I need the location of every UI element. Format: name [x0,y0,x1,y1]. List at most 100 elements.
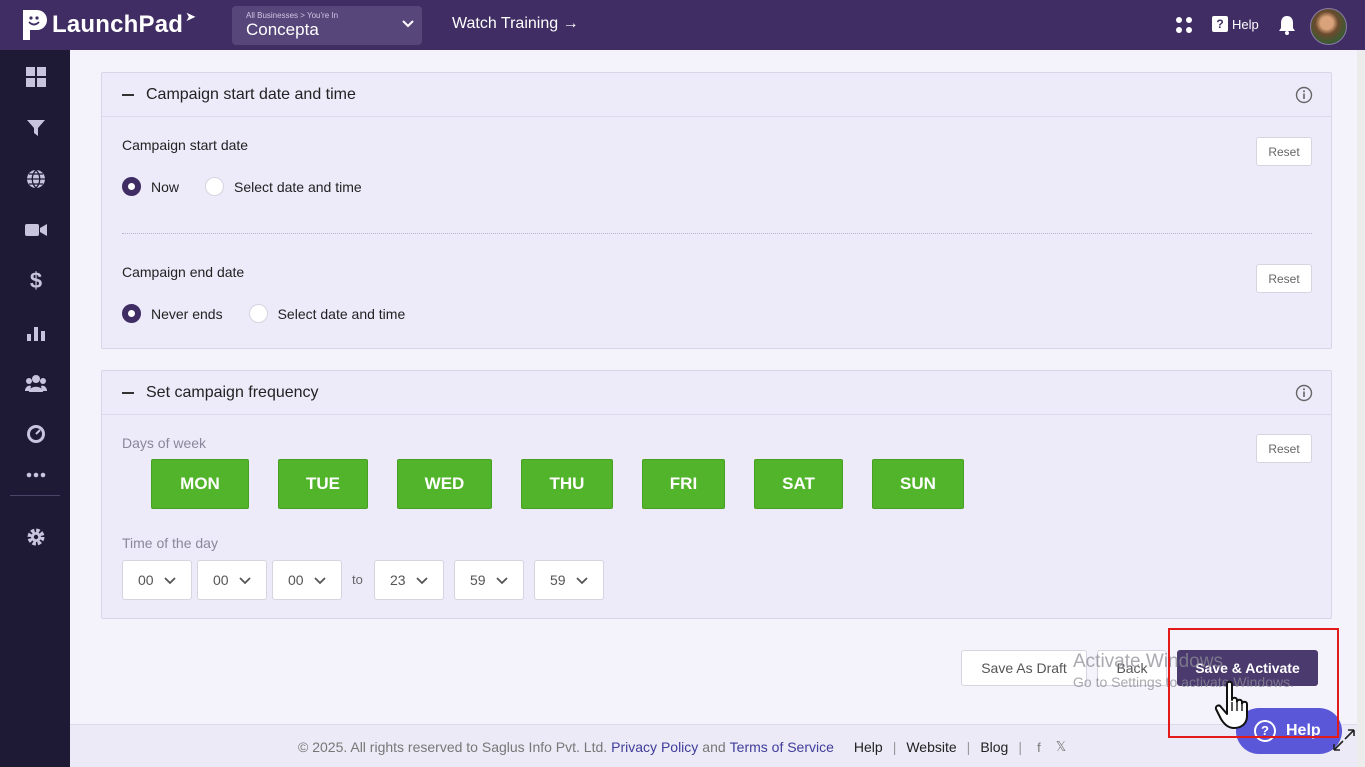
terms-link[interactable]: Terms of Service [730,739,834,755]
dashboard-icon[interactable] [25,66,47,88]
to-label: to [352,572,363,587]
info-icon[interactable] [1295,86,1313,104]
footer-blog-link[interactable]: Blog [980,739,1008,755]
to-minute-select[interactable]: 59 [454,560,524,600]
panel-title: Set campaign frequency [146,383,319,401]
users-icon[interactable] [25,372,47,394]
footer-help-link[interactable]: Help [854,739,883,755]
chevron-down-icon [416,577,428,585]
to-minute-value: 59 [470,572,486,588]
video-icon[interactable] [25,219,47,241]
from-hour-select[interactable]: 00 [122,560,192,600]
dollar-icon[interactable]: $ [25,268,47,293]
vertical-scrollbar[interactable] [1357,50,1365,767]
campaign-frequency-panel: Set campaign frequency Days of week Rese… [101,370,1332,619]
gauge-icon[interactable] [25,423,47,445]
to-second-value: 59 [550,572,566,588]
footer-website-link[interactable]: Website [906,739,956,755]
funnel-icon[interactable] [25,117,47,139]
panel-title: Campaign start date and time [146,85,356,103]
start-date-options: Now Select date and time [122,177,388,196]
to-hour-select[interactable]: 23 [374,560,444,600]
day-wed-button[interactable]: WED [397,459,492,509]
radio-end-select-date-label: Select date and time [277,305,406,322]
top-bar: LaunchPad ➤ All Businesses > You're In C… [0,0,1365,50]
frequency-reset-button[interactable]: Reset [1256,434,1312,463]
facebook-icon[interactable]: f [1032,740,1046,755]
page-footer: © 2025. All rights reserved to Saglus In… [70,724,1357,767]
day-tue-button[interactable]: TUE [278,459,368,509]
separator: | [1018,739,1022,755]
separator: | [892,739,897,755]
from-hour-value: 00 [138,572,154,588]
day-sat-button[interactable]: SAT [754,459,843,509]
help-icon: ? [1212,16,1228,32]
topbar-help-label: Help [1232,16,1259,32]
day-sun-button[interactable]: SUN [872,459,964,509]
end-reset-button[interactable]: Reset [1256,264,1312,293]
chevron-down-icon [164,577,176,585]
brand-logo[interactable]: LaunchPad ➤ [20,8,196,42]
copyright-text: © 2025. All rights reserved to Saglus In… [298,739,608,755]
campaign-schedule-panel: Campaign start date and time Campaign st… [101,72,1332,349]
radio-never-ends[interactable] [122,304,141,323]
from-second-value: 00 [288,572,304,588]
rocket-icon: ➤ [185,9,197,24]
start-date-label: Campaign start date [122,137,249,153]
business-caption: All Businesses > You're In [246,11,339,20]
topbar-help[interactable]: ? Help [1212,16,1259,32]
sidebar-divider [10,495,60,496]
collapse-icon[interactable] [122,93,134,96]
help-widget-label: Help [1286,722,1321,739]
start-reset-button[interactable]: Reset [1256,137,1312,166]
privacy-policy-link[interactable]: Privacy Policy [611,739,698,755]
footer-content: © 2025. All rights reserved to Saglus In… [298,739,1068,755]
business-selector[interactable]: All Businesses > You're In Concepta [232,6,422,45]
chevron-down-icon [496,577,508,585]
day-fri-button[interactable]: FRI [642,459,725,509]
question-icon: ? [1254,720,1276,742]
day-thu-button[interactable]: THU [521,459,613,509]
radio-end-select-date[interactable] [248,304,268,323]
chevron-down-icon [576,577,588,585]
avatar[interactable] [1310,8,1347,45]
business-name: Concepta [246,20,319,39]
apps-grid-icon[interactable] [1175,16,1193,34]
and-text: and [702,739,726,755]
time-of-day-label: Time of the day [122,535,218,551]
radio-now[interactable] [122,177,141,196]
to-hour-value: 23 [390,572,406,588]
from-minute-value: 00 [213,572,229,588]
hand-pointer-icon [1214,680,1248,729]
more-icon[interactable] [25,464,47,486]
days-of-week-label: Days of week [122,435,207,451]
chevron-down-icon [402,20,414,28]
campaign-frequency-header[interactable]: Set campaign frequency [102,371,1331,415]
collapse-icon[interactable] [122,391,134,394]
info-icon[interactable] [1295,384,1313,402]
brand-name: LaunchPad [52,11,184,38]
logo-icon [23,10,47,40]
bell-icon[interactable] [1278,15,1296,35]
globe-icon[interactable] [25,168,47,190]
gear-icon[interactable] [25,526,47,548]
radio-start-select-date-label: Select date and time [234,178,362,195]
from-second-select[interactable]: 00 [272,560,342,600]
from-minute-select[interactable]: 00 [197,560,267,600]
sidebar: $ [0,50,70,767]
radio-never-ends-label: Never ends [151,305,223,322]
separator: | [966,739,971,755]
radio-now-label: Now [151,178,180,195]
campaign-schedule-header[interactable]: Campaign start date and time [102,73,1331,117]
watch-training-link[interactable]: Watch Training → [452,15,579,33]
chart-icon[interactable] [25,321,47,343]
end-date-label: Campaign end date [122,264,245,280]
day-mon-button[interactable]: MON [151,459,249,509]
chevron-down-icon [239,577,251,585]
to-second-select[interactable]: 59 [534,560,604,600]
resize-icon[interactable] [1331,727,1357,753]
back-button[interactable]: Back [1097,650,1167,686]
save-as-draft-button[interactable]: Save As Draft [961,650,1087,686]
radio-start-select-date[interactable] [205,177,225,196]
x-twitter-icon[interactable]: 𝕏 [1054,739,1068,755]
